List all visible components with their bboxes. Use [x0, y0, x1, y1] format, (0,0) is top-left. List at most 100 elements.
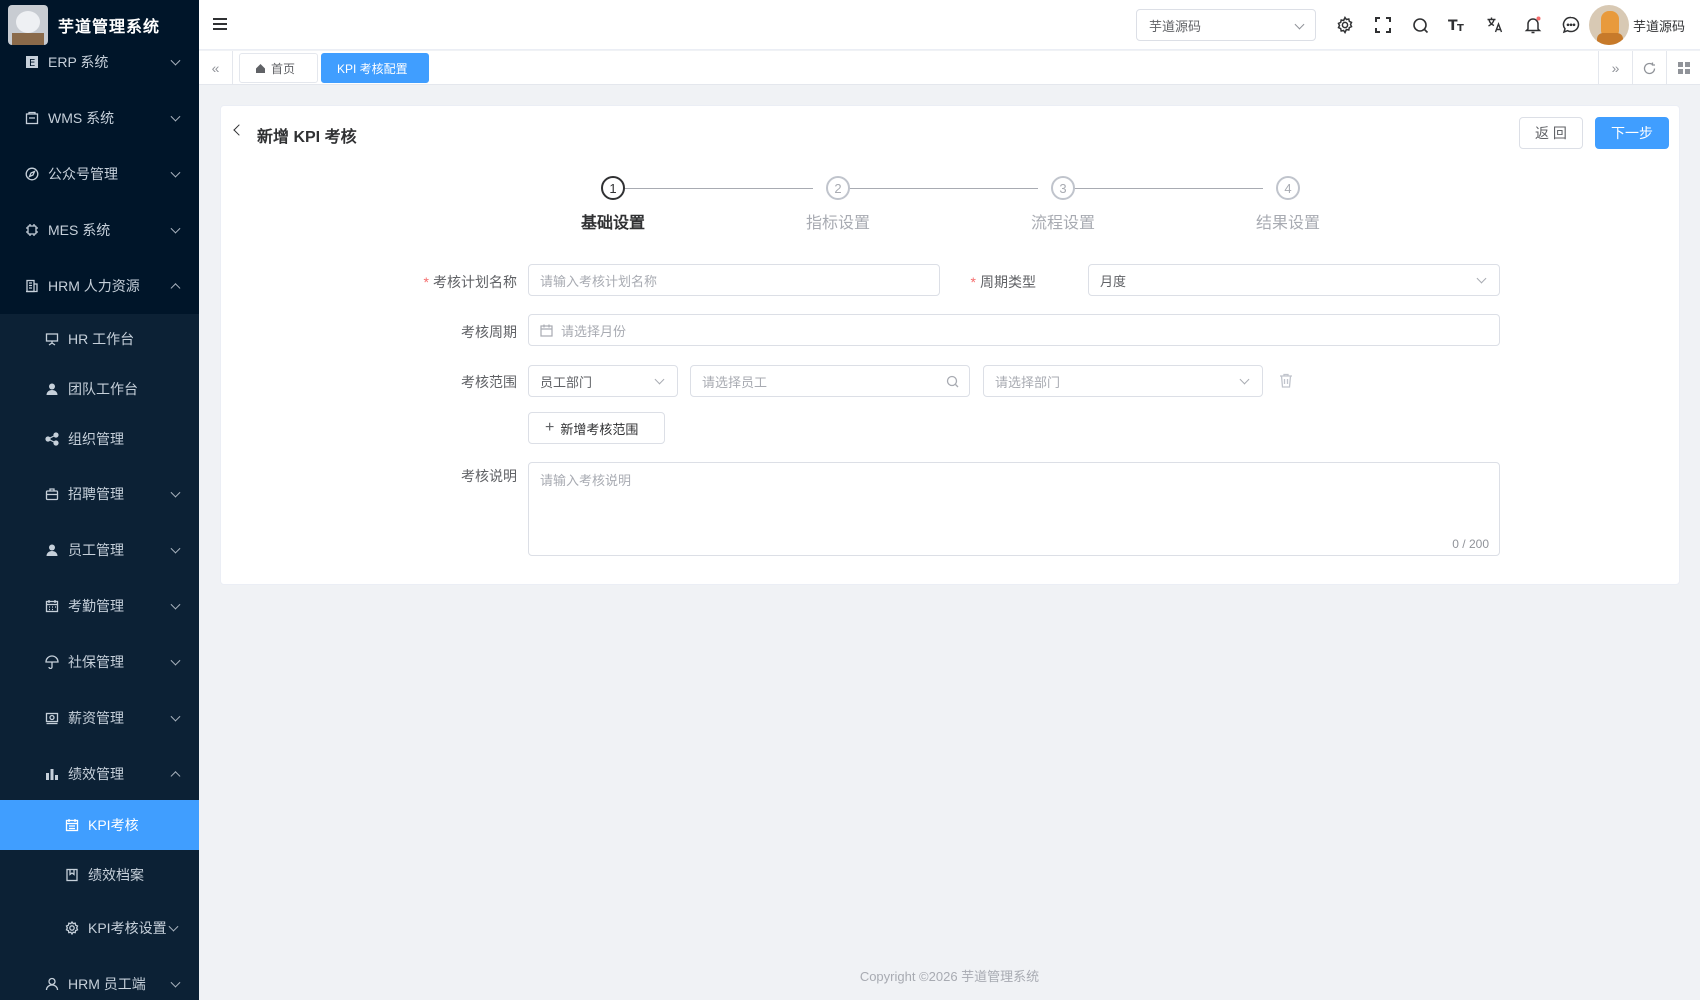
sidebar-item-perf-archive[interactable]: 绩效档案: [0, 850, 199, 900]
step-connector: [1063, 188, 1263, 189]
next-step-button[interactable]: 下一步: [1595, 117, 1669, 149]
back-arrow-icon[interactable]: [233, 124, 245, 136]
hamburger-icon[interactable]: [213, 18, 227, 30]
chevron-down-icon: [170, 711, 181, 722]
bell-icon[interactable]: [1521, 13, 1545, 37]
translate-icon[interactable]: [1483, 13, 1507, 37]
back-button[interactable]: 返 回: [1519, 117, 1583, 149]
sidebar-item-hr-workbench[interactable]: HR 工作台: [0, 314, 199, 364]
step-2-number: 2: [826, 176, 850, 200]
chevron-down-icon: [170, 543, 181, 554]
file-icon: [64, 867, 80, 883]
step-connector: [838, 188, 1038, 189]
delete-icon[interactable]: [1279, 373, 1293, 391]
sidebar-item-hrm-employee-portal[interactable]: HRM 员工端: [0, 956, 199, 1000]
svg-text:T: T: [1457, 23, 1464, 33]
sidebar-item-recruit[interactable]: 招聘管理: [0, 466, 199, 522]
refresh-icon[interactable]: [1632, 51, 1666, 85]
sidebar-item-label: 社保管理: [68, 654, 124, 670]
plus-icon: +: [545, 419, 555, 436]
sidebar-item-employee[interactable]: 员工管理: [0, 522, 199, 578]
sidebar-item-wms[interactable]: WMS 系统: [0, 90, 199, 146]
sidebar-item-mes[interactable]: MES 系统: [0, 202, 199, 258]
calendar-icon: [64, 817, 80, 833]
department-select[interactable]: 请选择部门: [983, 365, 1263, 397]
chevron-down-icon: [170, 223, 181, 234]
scope-type-select[interactable]: 员工部门: [528, 365, 678, 397]
sidebar-item-mp[interactable]: 公众号管理: [0, 146, 199, 202]
cycle-type-value: 月度: [1100, 273, 1127, 289]
plan-name-label: * 考核计划名称: [423, 274, 517, 290]
step-3-label: 流程设置: [1030, 215, 1095, 232]
compass-icon: [24, 166, 40, 182]
sidebar-item-kpi-settings[interactable]: KPI考核设置: [0, 900, 199, 956]
period-label: 考核周期: [461, 324, 517, 340]
step-4-label: 结果设置: [1255, 215, 1320, 232]
brand[interactable]: 芋道管理系统: [0, 0, 199, 50]
sidebar-item-label: 绩效档案: [88, 867, 144, 883]
step-3-number: 3: [1051, 176, 1075, 200]
logo: [8, 5, 48, 45]
add-scope-button[interactable]: + 新增考核范围: [528, 412, 665, 444]
sidebar-item-label: 组织管理: [68, 431, 124, 447]
briefcase-icon: [44, 486, 60, 502]
description-placeholder: 请输入考核说明: [540, 473, 632, 488]
avatar[interactable]: [1589, 5, 1629, 45]
chevron-down-icon: [170, 599, 181, 610]
chevron-down-icon: [170, 111, 181, 122]
sidebar-item-label: 薪资管理: [68, 710, 124, 726]
period-picker[interactable]: 请选择月份: [528, 314, 1500, 346]
cycle-type-select[interactable]: 月度: [1088, 264, 1500, 296]
font-size-icon[interactable]: TT: [1445, 13, 1469, 37]
chevron-down-icon: [654, 374, 665, 385]
search-icon[interactable]: [1408, 13, 1432, 37]
scope-type-value: 员工部门: [540, 374, 593, 390]
sidebar-item-label: HR 工作台: [68, 331, 135, 347]
footer-copyright: Copyright ©2026 芋道管理系统: [859, 969, 1040, 984]
tab-home-label: 首页: [271, 61, 296, 76]
plan-name-input[interactable]: 请输入考核计划名称: [528, 264, 940, 296]
sidebar-item-hrm[interactable]: HRM 人力资源: [0, 258, 199, 314]
grid-menu-icon[interactable]: [1666, 51, 1700, 85]
home-icon: [256, 63, 265, 73]
fullscreen-icon[interactable]: [1371, 13, 1395, 37]
kpi-form-card: 新增 KPI 考核 返 回 下一步 1 2 3 4 基础设置 指标设置 流程设置…: [220, 105, 1680, 585]
sidebar-item-team-workbench[interactable]: 团队工作台: [0, 364, 199, 414]
sidebar-item-label: WMS 系统: [48, 110, 115, 126]
sidebar-item-label: HRM 人力资源: [48, 278, 140, 294]
employee-select[interactable]: 请选择员工: [690, 365, 970, 397]
scroll-left-icon[interactable]: «: [199, 51, 233, 85]
description-textarea[interactable]: 请输入考核说明 0 / 200: [528, 462, 1500, 556]
tab-kpi-config[interactable]: KPI 考核配置: [321, 53, 429, 83]
period-placeholder: 请选择月份: [561, 323, 627, 339]
sidebar-item-kpi[interactable]: KPI考核: [0, 800, 199, 850]
sidebar-item-label: MES 系统: [48, 222, 111, 238]
sidebar-item-performance[interactable]: 绩效管理: [0, 746, 199, 802]
sidebar-item-label: KPI考核设置: [88, 920, 167, 936]
box-icon: [24, 110, 40, 126]
cycle-type-label: * 周期类型: [970, 274, 1036, 290]
top-header: 芋道源码 TT 芋道源码: [199, 0, 1700, 50]
bar-chart-icon: [44, 766, 60, 782]
username[interactable]: 芋道源码: [1633, 16, 1685, 35]
umbrella-icon: [44, 654, 60, 670]
employee-placeholder: 请选择员工: [702, 374, 768, 390]
message-icon[interactable]: [1559, 13, 1583, 37]
chevron-down-icon: [170, 167, 181, 178]
erp-icon: E: [24, 54, 40, 70]
sidebar-item-attendance[interactable]: 考勤管理: [0, 578, 199, 634]
calendar-icon: [540, 324, 553, 337]
chevron-down-icon: [170, 487, 181, 498]
scroll-right-icon[interactable]: »: [1598, 51, 1632, 85]
chevron-down-icon: [1239, 374, 1250, 385]
sidebar-item-social-security[interactable]: 社保管理: [0, 634, 199, 690]
building-icon: [24, 278, 40, 294]
sidebar-item-org[interactable]: 组织管理: [0, 414, 199, 464]
gear-icon[interactable]: [1333, 13, 1357, 37]
chevron-down-icon: [170, 55, 181, 66]
tab-kpi-config-label: KPI 考核配置: [337, 61, 408, 76]
tenant-select[interactable]: 芋道源码: [1136, 9, 1316, 41]
sidebar-item-salary[interactable]: 薪资管理: [0, 690, 199, 746]
tab-home[interactable]: 首页: [239, 53, 318, 83]
department-placeholder: 请选择部门: [995, 374, 1061, 390]
